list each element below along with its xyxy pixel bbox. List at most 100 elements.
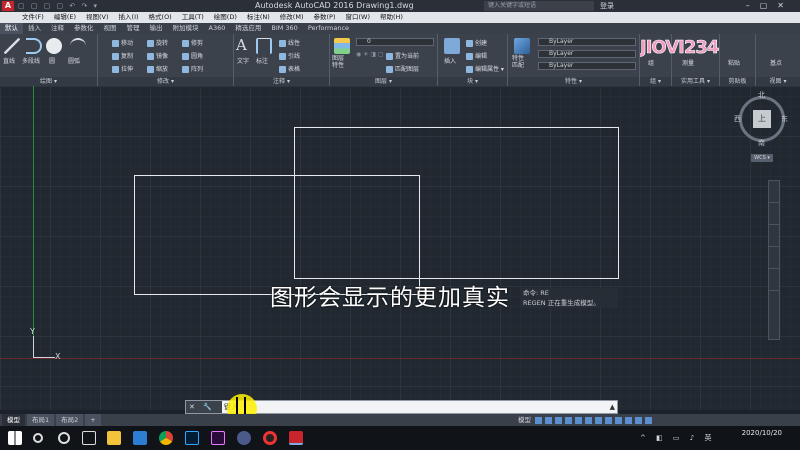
menu-help[interactable]: 帮助(H) — [375, 12, 408, 23]
photoshop-icon[interactable] — [185, 431, 199, 445]
panel-modify-title[interactable]: 修改 ▾ — [98, 77, 233, 86]
layer-properties-button[interactable]: 图层 特性 — [332, 55, 344, 69]
tab-parametric[interactable]: 参数化 — [69, 23, 99, 34]
grid-icon[interactable] — [534, 416, 542, 424]
dimension-button[interactable]: 标注 — [256, 56, 268, 65]
customize-icon[interactable] — [644, 416, 652, 424]
search-icon[interactable] — [33, 433, 43, 443]
arc-icon[interactable] — [70, 38, 86, 54]
autocad-taskbar-icon[interactable] — [289, 431, 303, 445]
panel-draw-title[interactable]: 绘图 ▾ — [0, 77, 97, 86]
chrome-icon[interactable] — [159, 431, 173, 445]
base-view-button[interactable]: 基点 — [770, 58, 782, 67]
command-history-toggle[interactable]: ▲ — [610, 401, 615, 413]
panel-group-title[interactable]: 组 ▾ — [640, 77, 671, 86]
arc-button[interactable]: 圆弧 — [68, 56, 80, 65]
create-block-button[interactable]: 创建 — [466, 38, 487, 47]
polyline-button[interactable]: 多段线 — [22, 56, 40, 65]
tab-bim360[interactable]: BIM 360 — [266, 23, 302, 34]
panel-view-title[interactable]: 视图 ▾ — [756, 77, 800, 86]
fullscreen-icon[interactable] — [634, 416, 642, 424]
menu-tools[interactable]: 工具(T) — [177, 12, 209, 23]
viewcube[interactable]: 上 北 南 西 东 WCS ▾ — [733, 86, 793, 168]
array-button[interactable]: 阵列 — [182, 64, 203, 73]
app-icon[interactable] — [237, 431, 251, 445]
viewcube-top-face[interactable]: 上 — [753, 110, 771, 128]
viewcube-west[interactable]: 西 — [734, 114, 741, 124]
isolate-icon[interactable] — [624, 416, 632, 424]
pan-icon[interactable] — [769, 203, 779, 225]
search-input[interactable]: 键入关键字或短语 — [484, 1, 594, 11]
cortana-icon[interactable] — [58, 432, 70, 444]
menu-modify[interactable]: 修改(M) — [275, 12, 309, 23]
menu-window[interactable]: 窗口(W) — [340, 12, 375, 23]
system-tray[interactable]: ^ ◧ ▭ ♪ 英 — [640, 433, 715, 443]
add-layout-button[interactable]: + — [85, 414, 101, 426]
tab-addins[interactable]: 附加模块 — [168, 23, 204, 34]
dimension-icon[interactable] — [256, 38, 272, 54]
task-view-icon[interactable] — [82, 431, 96, 445]
nav-wheel-icon[interactable] — [769, 181, 779, 203]
file-explorer-icon[interactable] — [107, 431, 121, 445]
premiere-icon[interactable] — [211, 431, 225, 445]
login-link[interactable]: 登录 — [600, 0, 614, 12]
polar-icon[interactable] — [564, 416, 572, 424]
clock[interactable]: 2020/10/20 — [742, 428, 782, 438]
menu-draw[interactable]: 绘图(D) — [209, 12, 242, 23]
snap-icon[interactable] — [544, 416, 552, 424]
match-properties-button[interactable]: 特性 匹配 — [512, 55, 524, 69]
menu-dimension[interactable]: 标注(N) — [242, 12, 275, 23]
tab-insert[interactable]: 插入 — [23, 23, 46, 34]
menu-view[interactable]: 视图(V) — [81, 12, 114, 23]
line-button[interactable]: 直线 — [3, 56, 15, 65]
color-dropdown[interactable]: ByLayer — [538, 38, 636, 46]
move-button[interactable]: 移动 — [112, 38, 133, 47]
viewcube-east[interactable]: 东 — [781, 114, 788, 124]
linear-button[interactable]: 线性 — [279, 38, 300, 47]
otrack-icon[interactable] — [584, 416, 592, 424]
lineweight-dropdown[interactable]: ByLayer — [538, 62, 636, 70]
store-icon[interactable] — [133, 431, 147, 445]
polyline-icon[interactable] — [26, 38, 42, 54]
panel-properties-title[interactable]: 特性 ▾ — [508, 77, 639, 86]
edit-attribute-button[interactable]: 编辑属性 ▾ — [466, 64, 504, 73]
showmotion-icon[interactable] — [769, 269, 779, 291]
drawing-canvas[interactable]: Y X 上 北 南 西 东 WCS ▾ — [0, 86, 800, 410]
rectangle-right[interactable] — [294, 127, 619, 279]
layer-properties-icon[interactable] — [334, 38, 350, 54]
tab-model[interactable]: 模型 — [2, 414, 25, 426]
quick-access-toolbar[interactable]: ▢ ▢ ▢ ▢ ↶ ↷ ▾ — [18, 0, 99, 12]
tab-layout2[interactable]: 布局2 — [56, 414, 84, 426]
annotation-scale-icon[interactable] — [604, 416, 612, 424]
leader-button[interactable]: 引线 — [279, 51, 300, 60]
tab-performance[interactable]: Performance — [303, 23, 354, 34]
copy-button[interactable]: 复制 — [112, 51, 133, 60]
tab-default[interactable]: 默认 — [0, 23, 23, 34]
panel-layers-title[interactable]: 图层 ▾ — [330, 77, 437, 86]
tab-manage[interactable]: 管理 — [122, 23, 145, 34]
menu-format[interactable]: 格式(O) — [144, 12, 177, 23]
tab-a360[interactable]: A360 — [204, 23, 231, 34]
edit-block-button[interactable]: 编辑 — [466, 51, 487, 60]
circle-icon[interactable] — [46, 38, 62, 54]
line-icon[interactable] — [4, 38, 20, 54]
linetype-dropdown[interactable]: ByLayer — [538, 50, 636, 58]
match-properties-icon[interactable] — [514, 38, 530, 54]
menu-file[interactable]: 文件(F) — [0, 12, 49, 23]
tab-view[interactable]: 视图 — [99, 23, 122, 34]
command-line-buttons[interactable]: ✕ 🔧 — [186, 401, 222, 413]
mirror-button[interactable]: 镜像 — [147, 51, 168, 60]
ortho-icon[interactable] — [554, 416, 562, 424]
insert-button[interactable]: 插入 — [444, 56, 456, 65]
insert-block-icon[interactable] — [444, 38, 460, 54]
menu-parametric[interactable]: 参数(P) — [308, 12, 340, 23]
windows-start-icon[interactable] — [8, 431, 22, 445]
tab-featured-apps[interactable]: 精选应用 — [230, 23, 266, 34]
navigation-bar[interactable] — [768, 180, 780, 340]
tab-output[interactable]: 输出 — [145, 23, 168, 34]
tab-layout1[interactable]: 布局1 — [27, 414, 55, 426]
panel-block-title[interactable]: 块 ▾ — [438, 77, 507, 86]
menu-insert[interactable]: 插入(I) — [114, 12, 144, 23]
text-button[interactable]: 文字 — [237, 56, 249, 65]
model-space-button[interactable]: 模型 — [518, 416, 531, 424]
